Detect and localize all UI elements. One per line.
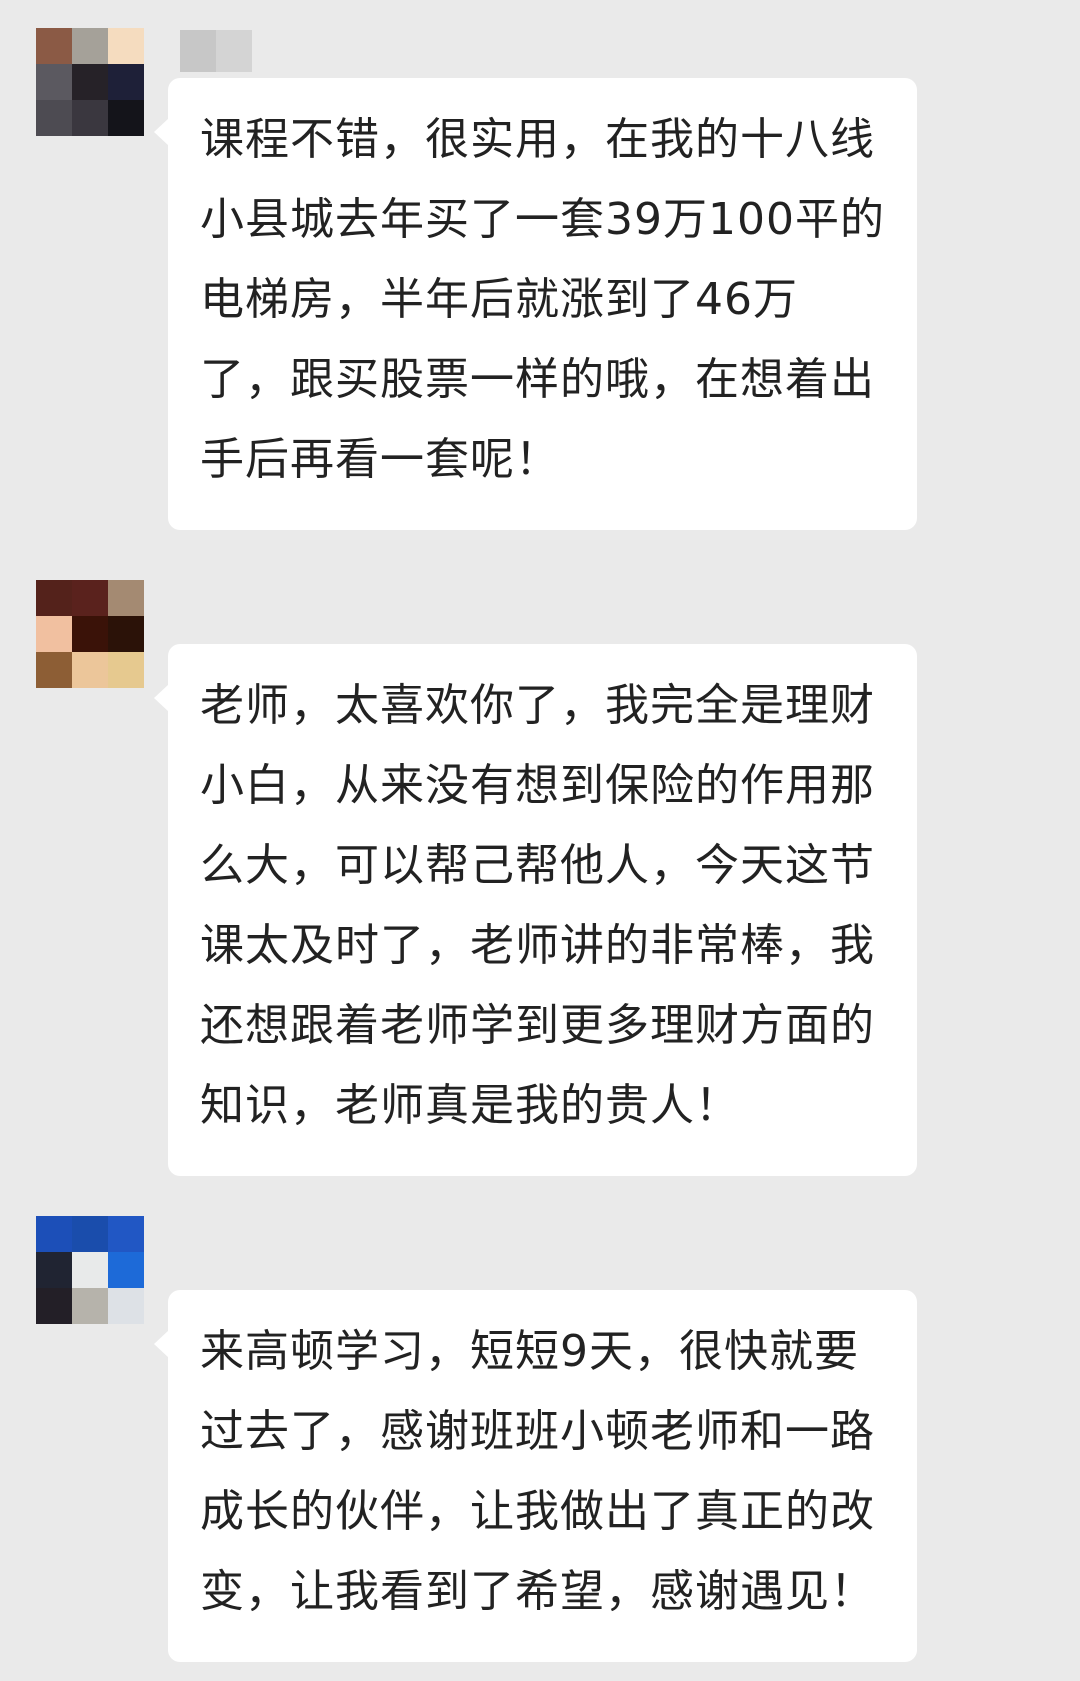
nickname-pixel: [180, 30, 216, 72]
sender-avatar[interactable]: [36, 1216, 144, 1324]
avatar-pixel: [72, 616, 108, 652]
message-bubble[interactable]: 老师，太喜欢你了，我完全是理财小白，从来没有想到保险的作用那么大，可以帮己帮他人…: [154, 644, 917, 1176]
avatar-pixel: [108, 100, 144, 136]
avatar-pixel: [108, 28, 144, 64]
avatar-pixel: [108, 1252, 144, 1288]
message-text: 课程不错，很实用，在我的十八线小县城去年买了一套39万100平的电梯房，半年后就…: [200, 114, 885, 485]
message-text: 老师，太喜欢你了，我完全是理财小白，从来没有想到保险的作用那么大，可以帮己帮他人…: [200, 680, 875, 1131]
avatar-pixel: [108, 1288, 144, 1324]
avatar-pixel: [36, 64, 72, 100]
message-bubble[interactable]: 来高顿学习，短短9天，很快就要过去了，感谢班班小顿老师和一路成长的伙伴，让我做出…: [154, 1290, 917, 1662]
sender-nickname: [180, 30, 252, 72]
avatar-pixel: [36, 28, 72, 64]
message-text: 来高顿学习，短短9天，很快就要过去了，感谢班班小顿老师和一路成长的伙伴，让我做出…: [200, 1326, 875, 1617]
avatar-pixel: [72, 1288, 108, 1324]
avatar-pixel: [72, 1252, 108, 1288]
message-bubble[interactable]: 课程不错，很实用，在我的十八线小县城去年买了一套39万100平的电梯房，半年后就…: [154, 78, 917, 530]
avatar-pixel: [36, 1216, 72, 1252]
avatar-pixel: [72, 1216, 108, 1252]
nickname-pixel: [216, 30, 252, 72]
avatar-pixel: [36, 100, 72, 136]
avatar-pixel: [36, 652, 72, 688]
sender-avatar[interactable]: [36, 580, 144, 688]
avatar-pixel: [108, 616, 144, 652]
avatar-pixel: [36, 616, 72, 652]
avatar-pixel: [72, 64, 108, 100]
avatar-pixel: [36, 1288, 72, 1324]
avatar-pixel: [72, 652, 108, 688]
avatar-pixel: [108, 652, 144, 688]
avatar-pixel: [108, 1216, 144, 1252]
avatar-pixel: [108, 580, 144, 616]
avatar-pixel: [72, 28, 108, 64]
avatar-pixel: [72, 580, 108, 616]
avatar-pixel: [108, 64, 144, 100]
avatar-pixel: [36, 1252, 72, 1288]
sender-avatar[interactable]: [36, 28, 144, 136]
avatar-pixel: [72, 100, 108, 136]
avatar-pixel: [36, 580, 72, 616]
